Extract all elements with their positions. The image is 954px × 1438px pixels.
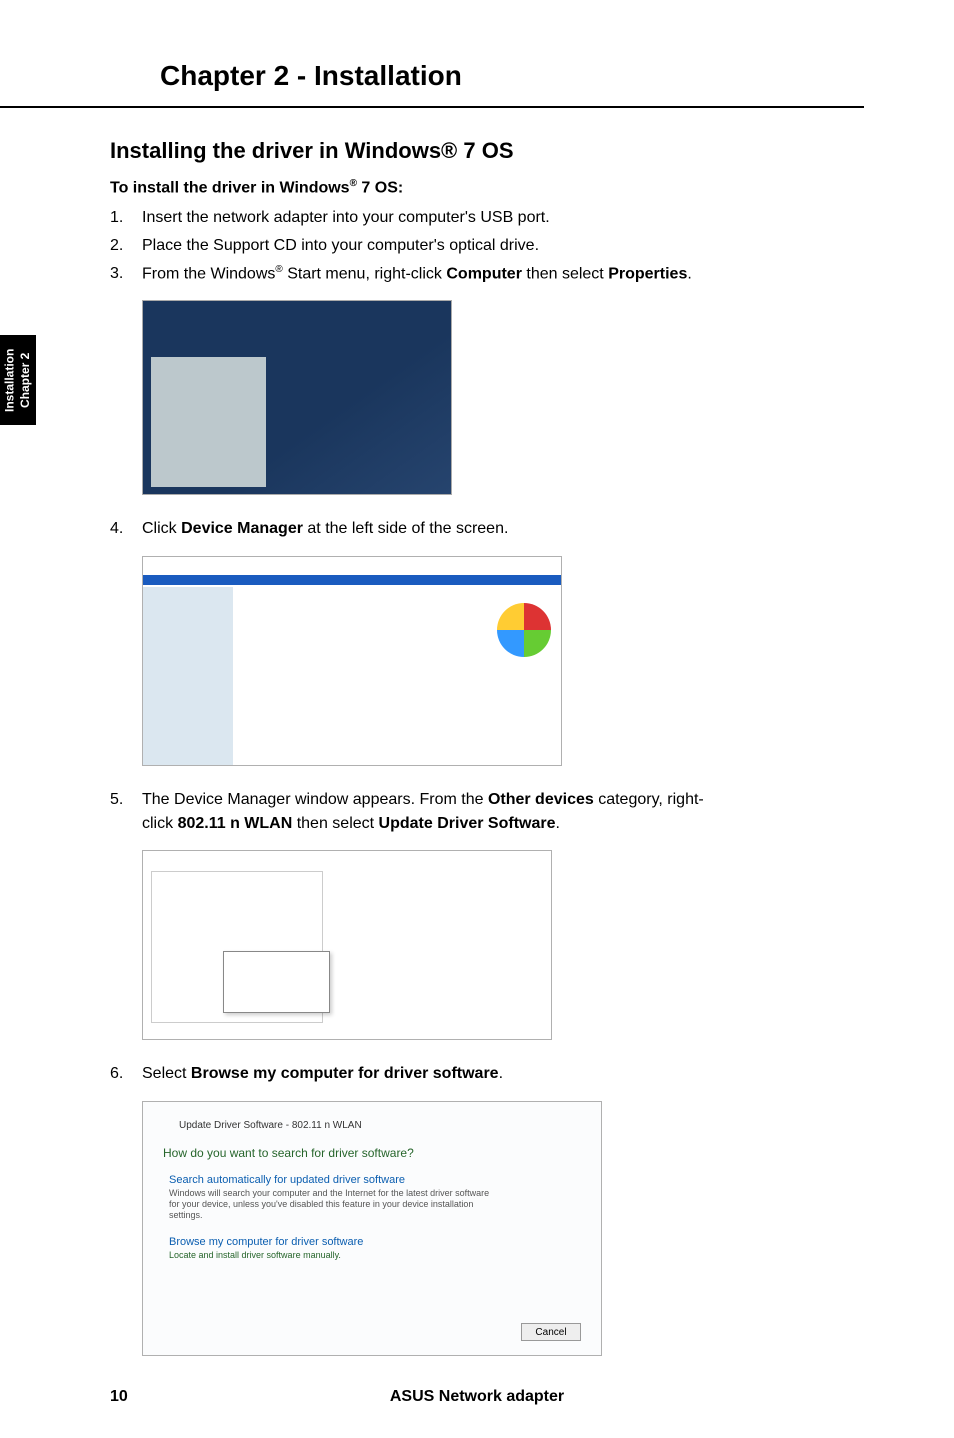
step5-wlan: 802.11 n WLAN [178, 815, 293, 832]
registered-mark: ® [350, 178, 357, 189]
step-2: Place the Support CD into your computer'… [110, 235, 864, 257]
step-3: From the Windows® Start menu, right-clic… [110, 263, 864, 285]
step5-update-driver: Update Driver Software [379, 815, 556, 832]
side-tab: Installation Chapter 2 [0, 335, 36, 425]
screenshot-update-wizard: Update Driver Software - 802.11 n WLAN H… [142, 1101, 602, 1356]
step-1: Insert the network adapter into your com… [110, 207, 864, 229]
chapter-header: Chapter 2 - Installation [0, 0, 864, 108]
step4-device-manager: Device Manager [181, 520, 303, 537]
page-number: 10 [110, 1388, 128, 1406]
screenshot-device-manager [142, 850, 552, 1040]
step4-post: at the left side of the screen. [303, 520, 508, 537]
step4-pre: Click [142, 520, 181, 537]
step3-computer: Computer [446, 265, 522, 282]
step5-line2-pre: click [142, 815, 178, 832]
step3-properties: Properties [608, 265, 687, 282]
dialog-opt1: Search automatically for updated driver … [169, 1174, 405, 1186]
subtitle-pre: To install the driver in Windows [110, 179, 350, 196]
steps-list: Click Device Manager at the left side of… [110, 518, 864, 540]
step3-mid: Start menu, right-click [283, 265, 447, 282]
step5-mid: category, right- [594, 791, 704, 808]
step-6: Select Browse my computer for driver sof… [110, 1063, 864, 1085]
step6-post: . [499, 1065, 503, 1082]
dialog-opt1-desc3: settings. [169, 1210, 203, 1220]
screenshot-start-menu [142, 300, 452, 495]
steps-list: The Device Manager window appears. From … [110, 789, 864, 811]
dialog-opt1-desc2: for your device, unless you've disabled … [169, 1199, 473, 1209]
dialog-opt2: Browse my computer for driver software [169, 1236, 363, 1248]
subsection-title: To install the driver in Windows® 7 OS: [110, 178, 864, 197]
step5-post: . [555, 815, 559, 832]
step5-other-devices: Other devices [488, 791, 594, 808]
dialog-question: How do you want to search for driver sof… [163, 1146, 414, 1160]
step-5: The Device Manager window appears. From … [110, 789, 864, 811]
steps-list: Insert the network adapter into your com… [110, 207, 864, 284]
step6-pre: Select [142, 1065, 191, 1082]
dialog-opt2-desc: Locate and install driver software manua… [169, 1250, 341, 1260]
dialog-title: Update Driver Software - 802.11 n WLAN [179, 1120, 362, 1131]
footer: 10 ASUS Network adapter [0, 1388, 954, 1406]
step3-mid2: then select [522, 265, 608, 282]
dialog-opt1-desc1: Windows will search your computer and th… [169, 1188, 489, 1198]
screenshot-system-window [142, 556, 562, 766]
registered-mark: ® [275, 264, 282, 275]
step5-mid2: then select [292, 815, 378, 832]
step6-browse: Browse my computer for driver software [191, 1065, 499, 1082]
step5-pre: The Device Manager window appears. From … [142, 791, 488, 808]
main-content: Installing the driver in Windows® 7 OS T… [0, 108, 954, 1379]
section-title: Installing the driver in Windows® 7 OS [110, 138, 864, 164]
cancel-button: Cancel [521, 1323, 581, 1341]
step3-post: . [687, 265, 691, 282]
steps-list: Select Browse my computer for driver sof… [110, 1063, 864, 1085]
side-tab-line-installation: Installation [2, 348, 18, 411]
footer-title: ASUS Network adapter [390, 1388, 564, 1406]
step-5-line2: click 802.11 n WLAN then select Update D… [110, 813, 864, 835]
step-4: Click Device Manager at the left side of… [110, 518, 864, 540]
side-tab-line-chapter: Chapter 2 [18, 352, 34, 407]
subtitle-post: 7 OS: [357, 179, 403, 196]
step3-pre: From the Windows [142, 265, 275, 282]
